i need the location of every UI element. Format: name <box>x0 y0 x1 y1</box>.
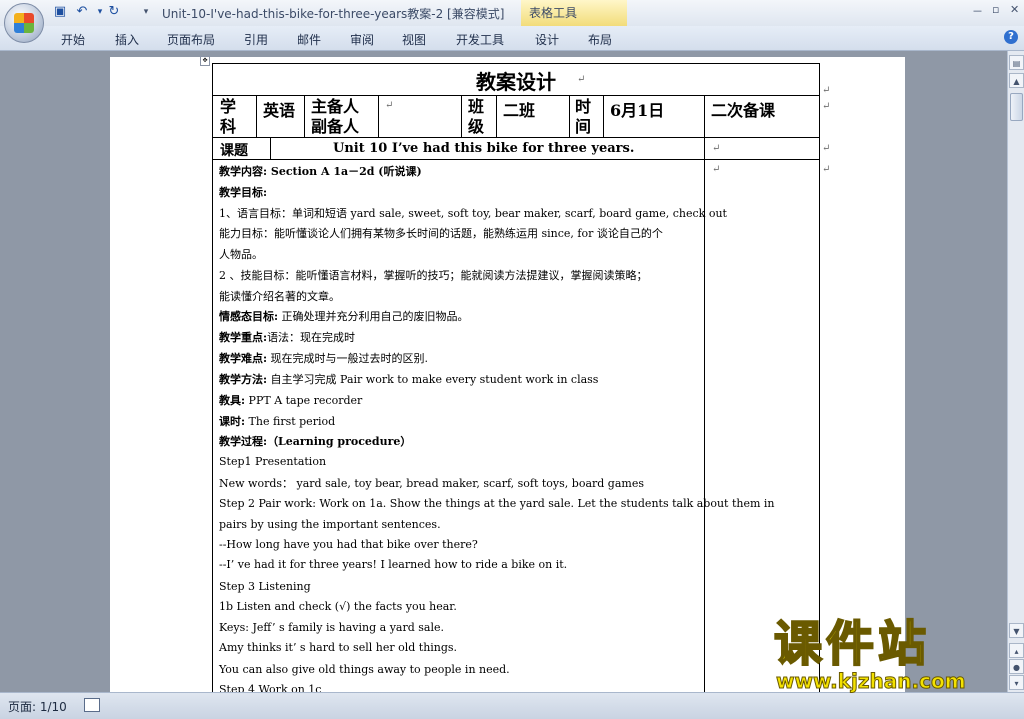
body-line: 教学方法: 自主学习完成 Pair work to make every stu… <box>219 373 599 386</box>
body-line: Step1 Presentation <box>219 455 327 468</box>
body-line: 情感态目标: 正确处理并充分利用自己的废旧物品。 <box>219 310 469 323</box>
column-divider <box>569 95 570 137</box>
paragraph-mark: ↵ <box>385 100 394 111</box>
office-logo-icon <box>14 13 34 33</box>
scroll-down-icon[interactable]: ▼ <box>1009 623 1024 638</box>
body-line: --How long have you had that bike over t… <box>219 538 478 551</box>
paragraph-mark: ↵ <box>577 74 586 85</box>
restore-button[interactable]: ▫ <box>992 3 999 16</box>
paragraph-mark: ↵ <box>822 164 831 175</box>
customize-toolbar-icon[interactable]: ▾ <box>138 4 154 20</box>
column-divider <box>256 95 257 137</box>
tab-mailings[interactable]: 邮件 <box>297 31 321 48</box>
body-line: 1b Listen and check (√) the facts you he… <box>219 600 457 613</box>
body-line: pairs by using the important sentences. <box>219 518 441 531</box>
body-line: Amy thinks it’ s hard to sell her old th… <box>219 641 458 654</box>
column-divider <box>378 95 379 137</box>
body-line: 人物品。 <box>219 248 263 261</box>
table-tools-text: 表格工具 <box>529 6 578 20</box>
proofing-icon[interactable] <box>84 698 100 712</box>
help-icon[interactable]: ? <box>1004 30 1018 44</box>
body-line: 2 、技能目标：能听懂语言材料，掌握听的技巧；能就阅读方法提建议，掌握阅读策略； <box>219 269 648 282</box>
subject-label: 学科 <box>220 97 237 136</box>
preparer-label: 主备人副备人 <box>311 97 360 136</box>
date-value: 6月1日 <box>610 101 665 120</box>
column-divider <box>304 95 305 137</box>
watermark-url: www.kjzhan.com <box>776 669 967 693</box>
minimize-button[interactable]: － <box>972 3 983 19</box>
body-line: Step 2 Pair work: Work on 1a. Show the t… <box>219 497 775 510</box>
kjzhan-watermark: 课件站 www.kjzhan.com <box>773 616 967 693</box>
secondary-prep-label: 二次备课 <box>711 101 776 120</box>
body-line: You can also give old things away to peo… <box>219 663 510 676</box>
body-line: 教学难点: 现在完成时与一般过去时的区别. <box>219 352 429 365</box>
row-divider <box>212 137 820 138</box>
class-label: 班级 <box>468 97 485 136</box>
row-divider <box>212 159 820 160</box>
browse-object-icon[interactable]: ● <box>1009 659 1024 674</box>
page-count[interactable]: 页面: 1/10 <box>8 698 67 715</box>
watermark-title: 课件站 <box>773 616 931 672</box>
body-line: 课时: The first period <box>219 415 336 428</box>
paragraph-mark: ↵ <box>822 101 831 112</box>
vertical-scrollbar[interactable]: ▤ ▲ ▼ ▴ ● ▾ <box>1007 51 1024 692</box>
save-icon[interactable]: ▣ <box>52 4 68 20</box>
tab-insert[interactable]: 插入 <box>115 31 139 48</box>
tab-home[interactable]: 开始 <box>61 31 85 48</box>
body-line: 1、语言目标：单词和短语 yard sale, sweet, soft toy,… <box>219 207 727 220</box>
tab-references[interactable]: 引用 <box>244 31 268 48</box>
time-label: 时间 <box>575 97 592 136</box>
tab-view[interactable]: 视图 <box>402 31 426 48</box>
class-value: 二班 <box>503 101 536 120</box>
body-line: Step 3 Listening <box>219 580 311 593</box>
previous-page-icon[interactable]: ▴ <box>1009 643 1024 658</box>
body-line: 教具: PPT A tape recorder <box>219 394 363 407</box>
tab-review[interactable]: 审阅 <box>350 31 374 48</box>
next-page-icon[interactable]: ▾ <box>1009 675 1024 690</box>
body-line: 能读懂介绍名著的文章。 <box>219 290 340 303</box>
column-divider <box>270 137 271 159</box>
redo-icon[interactable]: ↻ <box>106 4 122 20</box>
document-title: Unit-10-I've-had-this-bike-for-three-yea… <box>162 7 505 21</box>
ruler-toggle-icon[interactable]: ▤ <box>1009 55 1024 70</box>
paragraph-mark: ↵ <box>822 143 831 154</box>
column-divider <box>603 95 604 137</box>
body-line: Keys: Jeff’ s family is having a yard sa… <box>219 621 444 634</box>
body-line: 能力目标：能听懂谈论人们拥有某物多长时间的话题，能熟练运用 since, for… <box>219 227 663 240</box>
body-line: 教学过程:（Learning procedure） <box>219 435 412 448</box>
column-divider <box>461 95 462 137</box>
table-header-title: 教案设计 <box>476 70 556 94</box>
body-line: 教学重点:语法：现在完成时 <box>219 331 356 344</box>
tab-design[interactable]: 设计 <box>535 31 559 48</box>
paragraph-mark: ↵ <box>822 85 831 96</box>
body-line: New words： yard sale, toy bear, bread ma… <box>219 477 644 490</box>
tab-page-layout[interactable]: 页面布局 <box>167 31 215 48</box>
paragraph-mark: ↵ <box>712 164 721 175</box>
tab-developer[interactable]: 开发工具 <box>456 31 504 48</box>
paragraph-mark: ↵ <box>712 143 721 154</box>
tab-layout[interactable]: 布局 <box>588 31 612 48</box>
topic-label: 课题 <box>220 143 248 159</box>
column-divider <box>496 95 497 137</box>
scroll-up-icon[interactable]: ▲ <box>1009 73 1024 88</box>
body-line: --I’ ve had it for three years! I learne… <box>219 558 568 571</box>
status-bar: 页面: 1/10 <box>0 692 1024 719</box>
office-button[interactable] <box>4 3 44 43</box>
ribbon-tabs: 开始 插入 页面布局 引用 邮件 审阅 视图 开发工具 设计 布局 ? <box>0 26 1024 51</box>
table-move-handle-icon[interactable]: ✥ <box>200 56 210 66</box>
topic-value: Unit 10 I’ve had this bike for three yea… <box>333 141 635 156</box>
scroll-thumb[interactable] <box>1010 93 1023 121</box>
close-button[interactable]: ✕ <box>1010 3 1019 16</box>
body-line: 教学内容: Section A 1a－2d (听说课) <box>219 165 422 178</box>
undo-icon[interactable]: ↶ <box>74 4 90 20</box>
body-line: 教学目标: <box>219 186 268 199</box>
title-bar: ▣ ↶ ▾ ↻ ▾ Unit-10-I've-had-this-bike-for… <box>0 0 1024 26</box>
table-tools-context-label: 表格工具 <box>521 0 627 26</box>
subject-value: 英语 <box>263 101 296 120</box>
column-divider <box>704 95 705 694</box>
